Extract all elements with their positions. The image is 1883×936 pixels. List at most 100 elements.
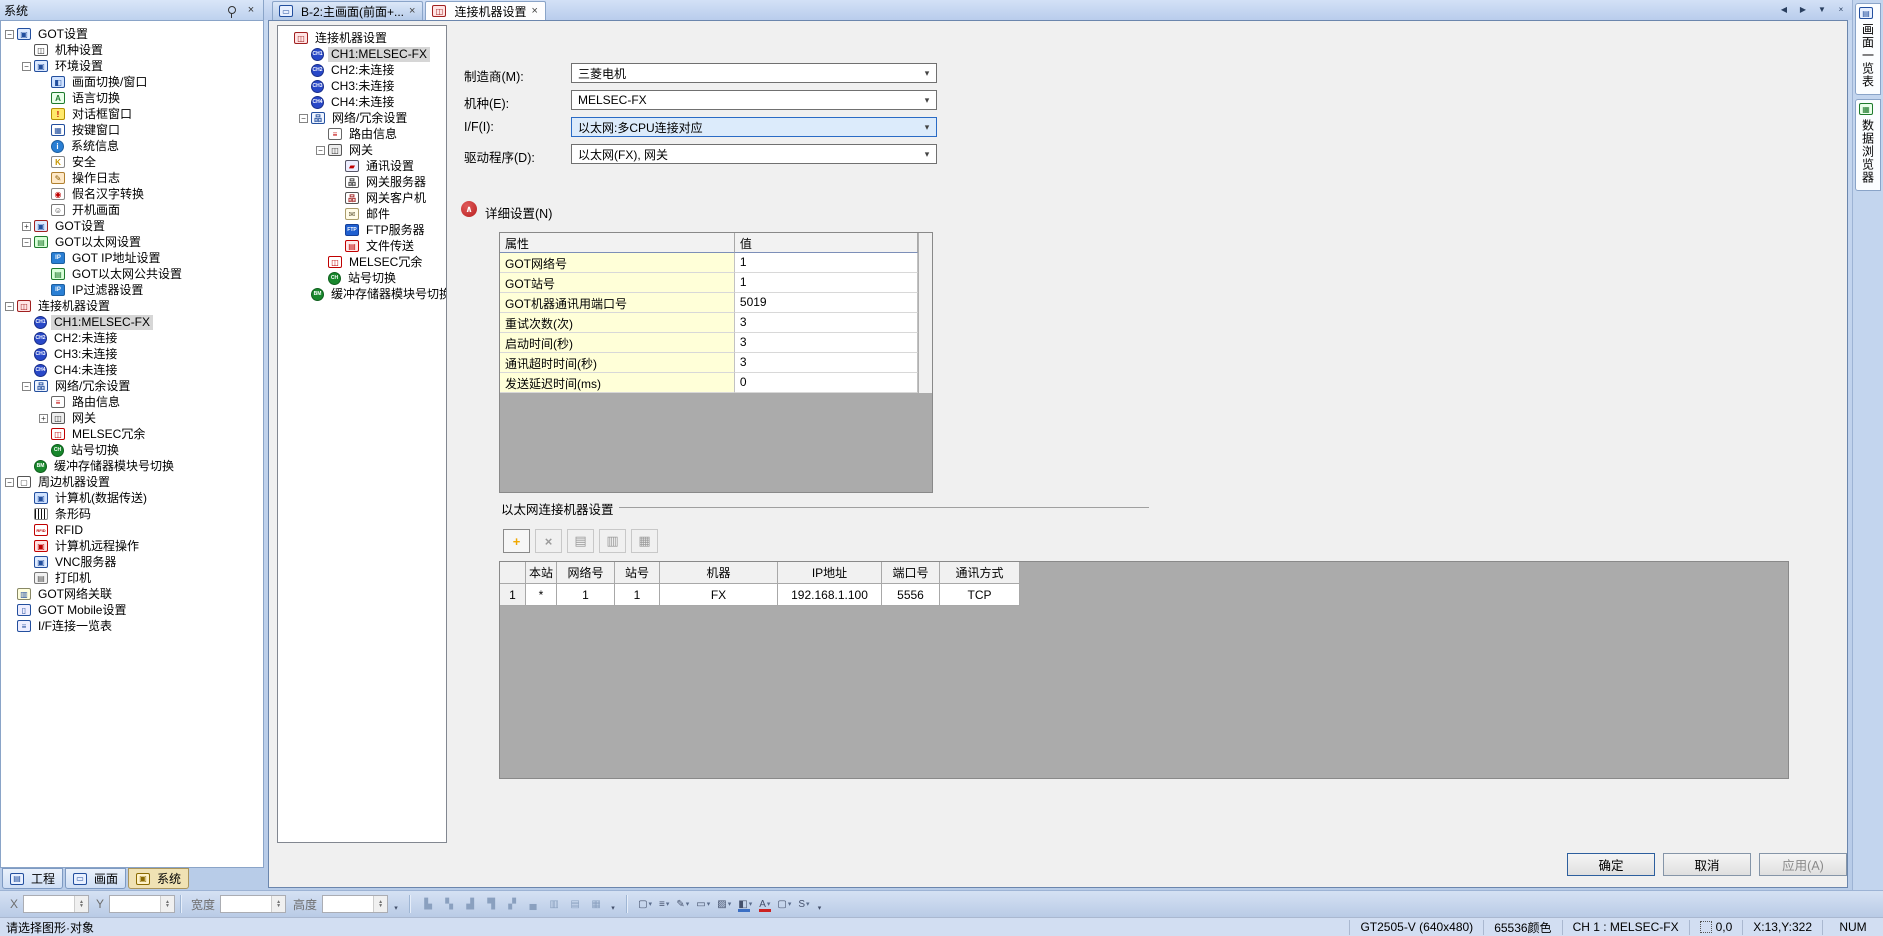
- document-tab-1[interactable]: ▭B-2:主画面(前面+...×: [272, 1, 423, 20]
- align-left-icon[interactable]: ▙: [419, 895, 437, 913]
- chevron-down-icon[interactable]: ▾: [788, 900, 792, 908]
- ethernet-cell[interactable]: FX: [660, 584, 778, 606]
- chevron-down-icon[interactable]: ▾: [686, 900, 690, 908]
- system-tree-item-24[interactable]: +◫网关: [1, 410, 263, 426]
- spinner-arrows-icon[interactable]: ▲▼: [74, 896, 88, 912]
- spin-down-icon[interactable]: ▼: [79, 904, 84, 908]
- detail-value-cell[interactable]: 3: [735, 333, 918, 353]
- scroll-right-icon[interactable]: ▶: [1795, 2, 1811, 17]
- dialog-tree-item-7[interactable]: −◫网关: [278, 142, 446, 158]
- workspace-tab-系统[interactable]: ▣系统: [128, 868, 189, 889]
- spin-down-icon[interactable]: ▼: [165, 904, 170, 908]
- system-tree-item-29[interactable]: ▣计算机(数据传送): [1, 490, 263, 506]
- detail-table-scroll-area[interactable]: [918, 353, 932, 373]
- chevron-down-icon[interactable]: ▾: [707, 900, 711, 908]
- system-tree-item-15[interactable]: ▤GOT以太网公共设置: [1, 266, 263, 282]
- dialog-tree-item-13[interactable]: ▤文件传送: [278, 238, 446, 254]
- dialog-tree-item-9[interactable]: 品网关服务器: [278, 174, 446, 190]
- ethernet-cell[interactable]: *: [526, 584, 557, 606]
- system-tree-item-36[interactable]: ▯GOT Mobile设置: [1, 602, 263, 618]
- detail-table-scroll-area[interactable]: [918, 333, 932, 353]
- detail-table-scroll-area[interactable]: [918, 313, 932, 333]
- detail-table-scroll-area[interactable]: [918, 233, 932, 253]
- system-tree-item-18[interactable]: CH1CH1:MELSEC-FX: [1, 314, 263, 330]
- system-tree-item-22[interactable]: −品网络/冗余设置: [1, 378, 263, 394]
- ethernet-cell[interactable]: 5556: [882, 584, 940, 606]
- detail-value-cell[interactable]: 1: [735, 273, 918, 293]
- distribute-vertical-icon[interactable]: ▤: [566, 895, 584, 913]
- system-tree-item-35[interactable]: ▥GOT网络关联: [1, 586, 263, 602]
- expand-toggle-icon[interactable]: −: [22, 62, 31, 71]
- pen-icon[interactable]: ✎▾: [674, 895, 691, 913]
- expand-toggle-icon[interactable]: −: [5, 302, 14, 311]
- system-tree-item-1[interactable]: ◫机种设置: [1, 42, 263, 58]
- system-tree-item-27[interactable]: BM缓冲存储器模块号切换: [1, 458, 263, 474]
- chevron-down-icon[interactable]: ▾: [918, 95, 936, 106]
- system-tree-item-25[interactable]: ◫MELSEC冗余: [1, 426, 263, 442]
- dialog-tree-item-14[interactable]: ◫MELSEC冗余: [278, 254, 446, 270]
- spin-down-icon[interactable]: ▼: [276, 904, 281, 908]
- toolbar-overflow-icon[interactable]: ▾: [391, 894, 401, 914]
- line-style-icon[interactable]: ≡▾: [657, 895, 671, 913]
- detail-table-scroll-area[interactable]: [918, 253, 932, 273]
- tab-close-icon[interactable]: ×: [530, 5, 538, 17]
- expand-toggle-icon[interactable]: +: [22, 222, 31, 231]
- expand-toggle-icon[interactable]: −: [5, 478, 14, 487]
- tab-close-icon[interactable]: ×: [408, 5, 416, 17]
- system-tree-item-30[interactable]: 条形码: [1, 506, 263, 522]
- menu-down-icon[interactable]: ▼: [1814, 2, 1830, 17]
- right-dock-tab-1[interactable]: ▦数据浏览器: [1855, 99, 1881, 191]
- workspace-tab-画面[interactable]: ▭画面: [65, 868, 126, 889]
- dialog-tree-item-6[interactable]: ≡路由信息: [278, 126, 446, 142]
- ethernet-cell[interactable]: 1: [615, 584, 660, 606]
- dialog-tree-item-0[interactable]: ◫连接机器设置: [278, 30, 446, 46]
- right-dock-tab-0[interactable]: ▤画面一览表: [1855, 3, 1881, 95]
- system-tree-item-10[interactable]: ◉假名汉字转换: [1, 186, 263, 202]
- dialog-tree-item-2[interactable]: CH2CH2:未连接: [278, 62, 446, 78]
- frame-style-icon[interactable]: ▢▾: [775, 895, 793, 913]
- shape-style-icon[interactable]: S▾: [796, 895, 811, 913]
- chevron-down-icon[interactable]: ▾: [918, 122, 936, 133]
- spin-down-icon[interactable]: ▼: [378, 904, 383, 908]
- select-rect-icon[interactable]: ▢▾: [636, 895, 654, 913]
- system-tree-item-20[interactable]: CH3CH3:未连接: [1, 346, 263, 362]
- chevron-down-icon[interactable]: ▾: [918, 149, 936, 160]
- system-tree-item-31[interactable]: RFIDRFID: [1, 522, 263, 538]
- spinner-arrows-icon[interactable]: ▲▼: [373, 896, 387, 912]
- system-tree-item-19[interactable]: CH2CH2:未连接: [1, 330, 263, 346]
- system-tree-item-26[interactable]: CH站号切换: [1, 442, 263, 458]
- fill-color-icon[interactable]: ◧▾: [736, 895, 754, 913]
- system-tree-item-6[interactable]: ▦按键窗口: [1, 122, 263, 138]
- ethernet-cell[interactable]: 1: [557, 584, 615, 606]
- system-tree-item-17[interactable]: −◫连接机器设置: [1, 298, 263, 314]
- font-color-icon[interactable]: A▾: [757, 895, 772, 913]
- system-tree-item-9[interactable]: ✎操作日志: [1, 170, 263, 186]
- distribute-horizontal-icon[interactable]: ▥: [545, 895, 563, 913]
- expand-toggle-icon[interactable]: +: [39, 414, 48, 423]
- dialog-tree-item-8[interactable]: ▰通讯设置: [278, 158, 446, 174]
- system-tree-item-13[interactable]: −▤GOT以太网设置: [1, 234, 263, 250]
- field-combo-3[interactable]: 以太网(FX), 网关▾: [571, 144, 937, 164]
- system-tree-item-4[interactable]: A语言切换: [1, 90, 263, 106]
- dialog-tree-item-12[interactable]: FTPFTP服务器: [278, 222, 446, 238]
- hatch-icon[interactable]: ▨▾: [715, 895, 733, 913]
- ethernet-table-row[interactable]: 1*11FX192.168.1.1005556TCP: [500, 584, 1788, 606]
- chevron-down-icon[interactable]: ▾: [806, 900, 810, 908]
- dialog-tree-item-16[interactable]: BM缓冲存储器模块号切换: [278, 286, 446, 302]
- detail-value-cell[interactable]: 0: [735, 373, 918, 393]
- dialog-tree-item-5[interactable]: −品网络/冗余设置: [278, 110, 446, 126]
- detail-table-scroll-area[interactable]: [918, 273, 932, 293]
- align-top-icon[interactable]: ▜: [482, 895, 500, 913]
- ethernet-cell[interactable]: TCP: [940, 584, 1020, 606]
- system-tree-item-12[interactable]: +▣GOT设置: [1, 218, 263, 234]
- detail-value-cell[interactable]: 1: [735, 253, 918, 273]
- system-tree-item-11[interactable]: ☺开机画面: [1, 202, 263, 218]
- expand-toggle-icon[interactable]: −: [5, 30, 14, 39]
- document-tab-2[interactable]: ◫连接机器设置×: [425, 1, 545, 20]
- width-stepper[interactable]: ▲▼: [220, 895, 286, 913]
- align-special-icon[interactable]: ▦: [587, 895, 605, 913]
- system-tree-item-34[interactable]: ▤打印机: [1, 570, 263, 586]
- system-tree-item-8[interactable]: K安全: [1, 154, 263, 170]
- system-tree-item-33[interactable]: ▣VNC服务器: [1, 554, 263, 570]
- cancel-button[interactable]: 取消: [1663, 853, 1751, 876]
